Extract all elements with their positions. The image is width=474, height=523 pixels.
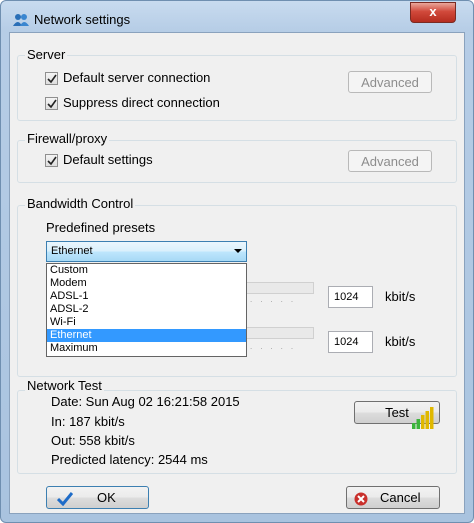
cancel-button[interactable]: Cancel	[346, 486, 440, 509]
ok-button-label: OK	[97, 490, 116, 505]
signal-bar	[430, 407, 434, 429]
signal-bar	[416, 419, 420, 429]
test-latency: Predicted latency: 2544 ms	[51, 452, 208, 467]
signal-bar	[425, 411, 429, 429]
preset-option-modem[interactable]: Modem	[47, 277, 246, 290]
server-advanced-button[interactable]: Advanced	[348, 71, 432, 93]
default-server-connection-label: Default server connection	[63, 70, 211, 85]
default-server-connection-checkbox[interactable]	[45, 72, 58, 85]
network-test-group-label: Network Test	[25, 378, 104, 393]
preset-option-ethernet[interactable]: Ethernet	[47, 329, 246, 342]
checkmark-icon	[47, 74, 57, 84]
upload-slider-ticks: .....	[250, 295, 302, 304]
network-settings-window: Network settings x Server Default server…	[0, 0, 474, 523]
dialog-client-area: Server Default server connection Suppres…	[9, 32, 465, 514]
download-rate-field[interactable]: 1024	[328, 331, 373, 353]
suppress-direct-connection-checkbox[interactable]	[45, 97, 58, 110]
title-bar[interactable]: Network settings x	[1, 1, 473, 35]
preset-option-maximum[interactable]: Maximum	[47, 342, 246, 355]
window-title: Network settings	[34, 12, 131, 27]
test-out-rate: Out: 558 kbit/s	[51, 433, 135, 448]
ok-button[interactable]: OK	[46, 486, 149, 509]
checkmark-icon	[47, 99, 57, 109]
firewall-advanced-button[interactable]: Advanced	[348, 150, 432, 172]
upload-rate-unit: kbit/s	[385, 289, 416, 304]
firewall-group-label: Firewall/proxy	[25, 131, 110, 146]
bandwidth-group-label: Bandwidth Control	[25, 196, 136, 211]
test-in-rate: In: 187 kbit/s	[51, 414, 125, 429]
presets-selected-value: Ethernet	[51, 245, 93, 257]
suppress-direct-connection-label: Suppress direct connection	[63, 95, 220, 110]
presets-select[interactable]: Ethernet	[46, 241, 247, 262]
preset-option-wifi[interactable]: Wi-Fi	[47, 316, 246, 329]
download-rate-unit: kbit/s	[385, 334, 416, 349]
close-icon: x	[429, 4, 437, 19]
checkmark-icon	[56, 491, 74, 512]
preset-option-adsl-1[interactable]: ADSL-1	[47, 290, 246, 303]
upload-rate-field[interactable]: 1024	[328, 286, 373, 308]
download-slider[interactable]	[242, 327, 314, 339]
checkmark-icon	[47, 156, 57, 166]
close-button[interactable]: x	[410, 2, 456, 23]
preset-option-adsl-2[interactable]: ADSL-2	[47, 303, 246, 316]
signal-bar	[421, 415, 425, 429]
signal-bar	[412, 423, 416, 429]
default-settings-label: Default settings	[63, 152, 153, 167]
download-slider-ticks: .....	[250, 342, 302, 351]
preset-option-custom[interactable]: Custom	[47, 264, 246, 277]
upload-slider[interactable]	[242, 282, 314, 294]
presets-dropdown-list: Custom Modem ADSL-1 ADSL-2 Wi-Fi Etherne…	[46, 263, 247, 357]
network-users-icon	[13, 13, 29, 27]
cancel-icon	[354, 491, 368, 512]
signal-strength-icon	[412, 407, 436, 432]
default-settings-checkbox[interactable]	[45, 154, 58, 167]
cancel-button-label: Cancel	[380, 490, 421, 505]
test-date: Date: Sun Aug 02 16:21:58 2015	[51, 394, 240, 409]
server-group-label: Server	[25, 47, 68, 62]
chevron-down-icon	[234, 249, 242, 253]
predefined-presets-label: Predefined presets	[46, 220, 156, 235]
